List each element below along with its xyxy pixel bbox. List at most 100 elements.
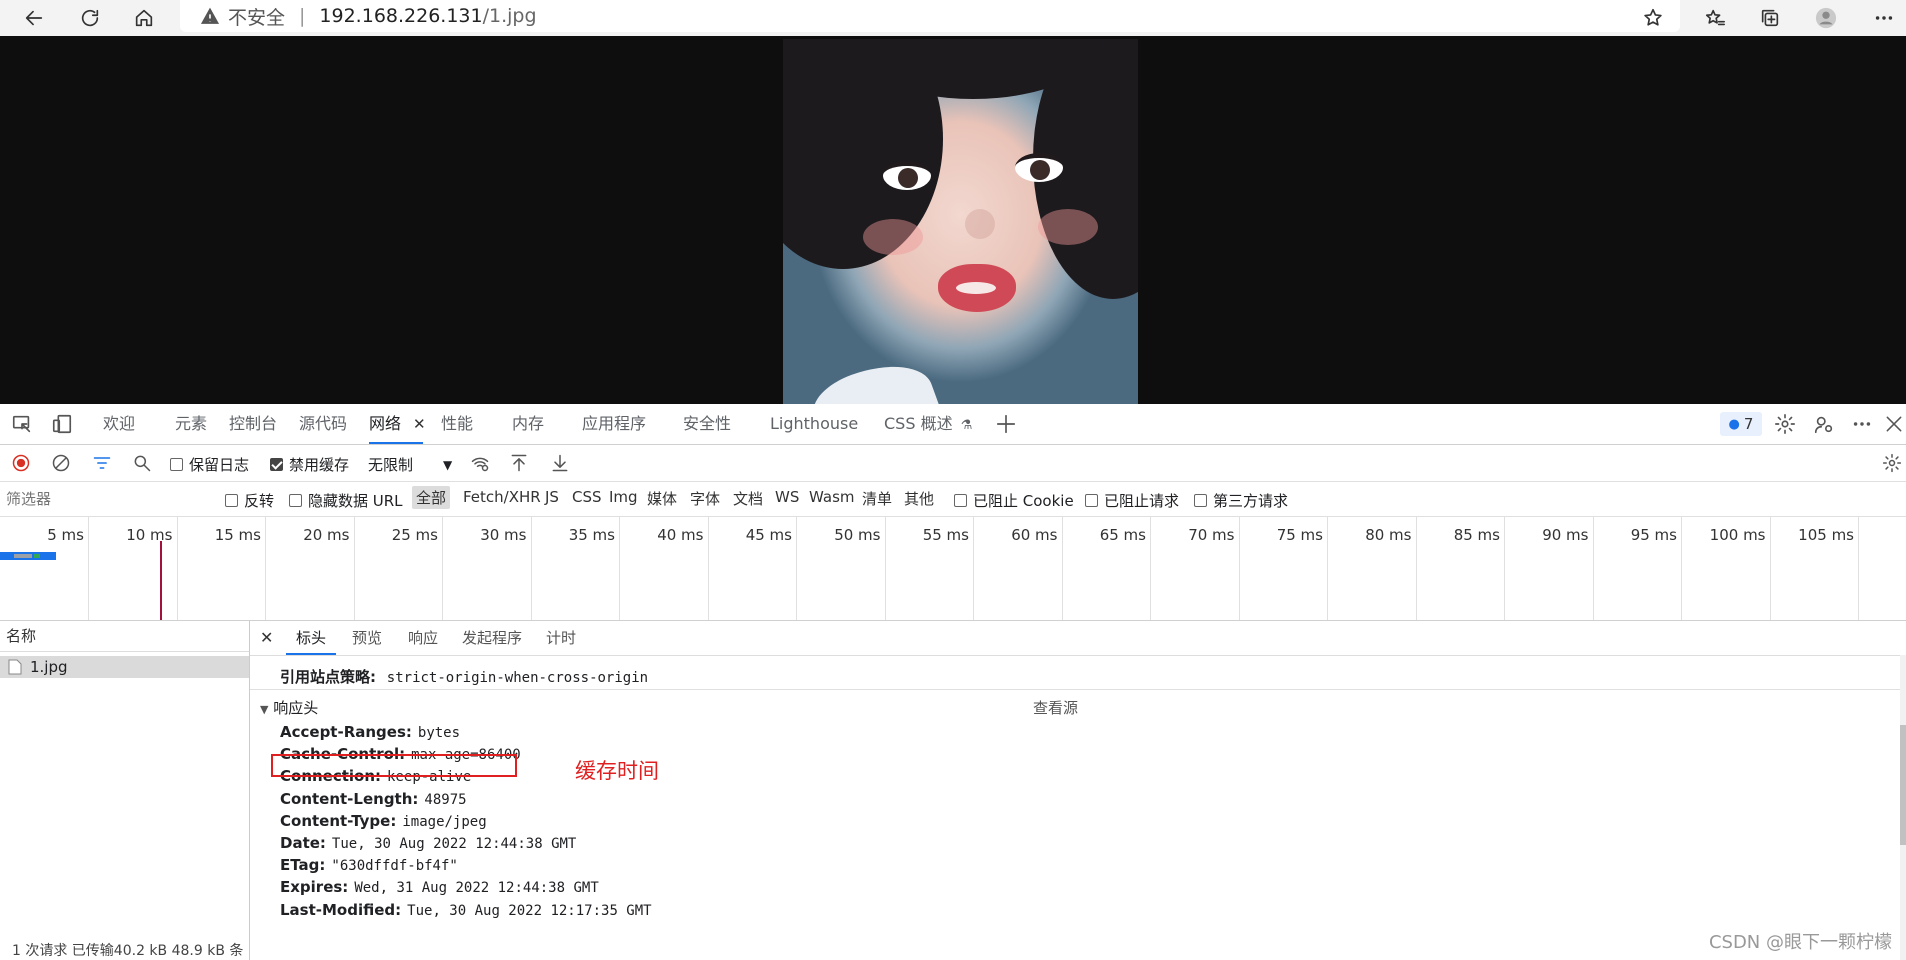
header-value: "630dffdf-bf4f" [331,858,458,874]
timeline-gridline [1415,516,1417,620]
home-icon[interactable] [126,0,162,36]
tab-css-overview[interactable]: CSS 概述 ⚗ [884,404,972,444]
network-conditions-icon[interactable] [470,453,490,473]
tab-performance[interactable]: 性能 [441,404,473,444]
disable-cache-checkbox[interactable]: 禁用缓存 [270,454,349,475]
customize-devtools-icon[interactable] [1812,412,1836,436]
tab-elements[interactable]: 元素 [175,404,207,444]
timeline-tick-label: 5 ms [47,526,84,544]
filter-type-css[interactable]: CSS [572,488,602,506]
request-name: 1.jpg [30,658,68,676]
more-options-icon[interactable] [1850,412,1874,436]
tab-console[interactable]: 控制台 [229,404,277,444]
filter-icon[interactable] [92,453,112,473]
tab-lighthouse[interactable]: Lighthouse [770,404,858,444]
inspect-element-icon[interactable] [10,412,34,436]
blocked-cookies-label: 已阻止 Cookie [973,492,1074,510]
filter-type-manifest[interactable]: 清单 [862,488,892,509]
filter-type-media[interactable]: 媒体 [647,488,677,509]
add-tab-icon[interactable] [994,412,1018,436]
tab-application[interactable]: 应用程序 [582,404,646,444]
invert-box [225,494,238,507]
clear-icon[interactable] [51,453,71,473]
tab-timing[interactable]: 计时 [546,621,576,655]
invert-checkbox[interactable]: 反转 [225,490,274,511]
filter-type-fetch-xhr[interactable]: Fetch/XHR [463,488,541,506]
expand-triangle-icon: ▼ [260,703,269,716]
filter-type-doc[interactable]: 文档 [733,488,763,509]
export-har-icon[interactable] [550,453,570,473]
network-timeline-overview[interactable]: 5 ms 10 ms 15 ms 20 ms 25 ms 30 ms 35 ms 40 ms 4… [0,516,1906,621]
record-stop-icon[interactable] [11,453,31,473]
request-row[interactable]: 1.jpg [0,656,249,678]
header-key: Content-Type: [280,812,397,830]
tab-headers[interactable]: 标头 [286,621,337,655]
request-details: ✕ 标头 预览 响应 发起程序 计时 引用站点策略: strict-origin… [250,621,1906,960]
timeline-gridline [442,516,443,620]
timeline-gridline [265,516,266,620]
blocked-cookies-checkbox[interactable]: 已阻止 Cookie [954,490,1074,511]
device-emulation-icon[interactable] [50,412,74,436]
timeline-gridline [796,516,797,620]
name-column-header[interactable]: 名称 [0,621,249,652]
response-header-row: Expires: Wed, 31 Aug 2022 12:44:38 GMT [280,878,599,896]
profile-avatar[interactable] [1808,0,1844,36]
more-menu-icon[interactable] [1866,0,1902,36]
network-settings-gear-icon[interactable] [1882,453,1902,473]
close-devtools-icon[interactable] [1882,412,1906,436]
filter-type-js[interactable]: JS [545,488,559,506]
filter-input[interactable] [4,486,208,512]
filter-type-all[interactable]: 全部 [412,486,451,509]
details-scrollbar[interactable] [1900,655,1906,960]
close-tab-icon[interactable]: ✕ [413,404,426,444]
filter-type-img[interactable]: Img [609,488,638,506]
address-bar[interactable]: 不安全 | 192.168.226.131/1.jpg [180,0,1680,32]
tab-welcome[interactable]: 欢迎 [103,404,135,444]
close-details-icon[interactable]: ✕ [260,621,273,655]
add-favorite-icon[interactable] [1635,0,1671,36]
page-viewport [0,36,1906,404]
timeline-gridline [1769,516,1771,620]
search-icon[interactable] [132,453,152,473]
third-party-checkbox[interactable]: 第三方请求 [1194,490,1288,511]
favorites-icon[interactable] [1697,0,1733,36]
filter-type-font[interactable]: 字体 [690,488,720,509]
filter-type-wasm[interactable]: Wasm [809,488,855,506]
tab-memory[interactable]: 内存 [512,404,544,444]
collections-icon[interactable] [1752,0,1788,36]
devtools-tab-bar: 欢迎 元素 控制台 源代码 网络 ✕ 性能 内存 应用程序 安全性 Lighth… [0,404,1906,445]
tab-network[interactable]: 网络 ✕ [369,404,426,444]
filter-type-other[interactable]: 其他 [904,488,934,509]
settings-gear-icon[interactable] [1773,412,1797,436]
timeline-tick-label: 50 ms [834,526,881,544]
response-headers-section[interactable]: ▼ 响应头 [260,697,318,718]
timeline-tick-label: 40 ms [657,526,704,544]
back-icon[interactable] [16,0,52,36]
url-host: 192.168.226.131 [319,5,483,27]
request-waterfall-bar [0,552,56,560]
hide-data-urls-checkbox[interactable]: 隐藏数据 URL [289,490,403,511]
filter-type-ws[interactable]: WS [775,488,799,506]
request-list: 名称 1.jpg 1 次请求 已传输40.2 kB 48.9 kB 条 [0,621,250,960]
timeline-tick-label: 45 ms [745,526,792,544]
timeline-tick-label: 100 ms [1709,526,1766,544]
timeline-tick-label: 95 ms [1630,526,1677,544]
tab-sources[interactable]: 源代码 [299,404,347,444]
warning-icon [200,7,220,24]
view-source-link[interactable]: 查看源 [1033,697,1078,718]
issues-badge[interactable]: ● 7 [1720,412,1762,436]
blocked-requests-checkbox[interactable]: 已阻止请求 [1085,490,1179,511]
tab-preview[interactable]: 预览 [352,621,382,655]
header-key: Accept-Ranges: [280,723,412,741]
tab-initiator[interactable]: 发起程序 [462,621,522,655]
import-har-icon[interactable] [509,453,529,473]
refresh-icon[interactable] [72,0,108,36]
blocked-requests-box [1085,494,1098,507]
timeline-gridline [530,516,532,620]
address-separator: | [299,5,306,27]
tab-security[interactable]: 安全性 [683,404,731,444]
file-icon [8,659,22,675]
tab-response[interactable]: 响应 [408,621,438,655]
preserve-log-checkbox[interactable]: 保留日志 [170,454,249,475]
throttling-select[interactable]: 无限制 ▼ [368,454,452,475]
